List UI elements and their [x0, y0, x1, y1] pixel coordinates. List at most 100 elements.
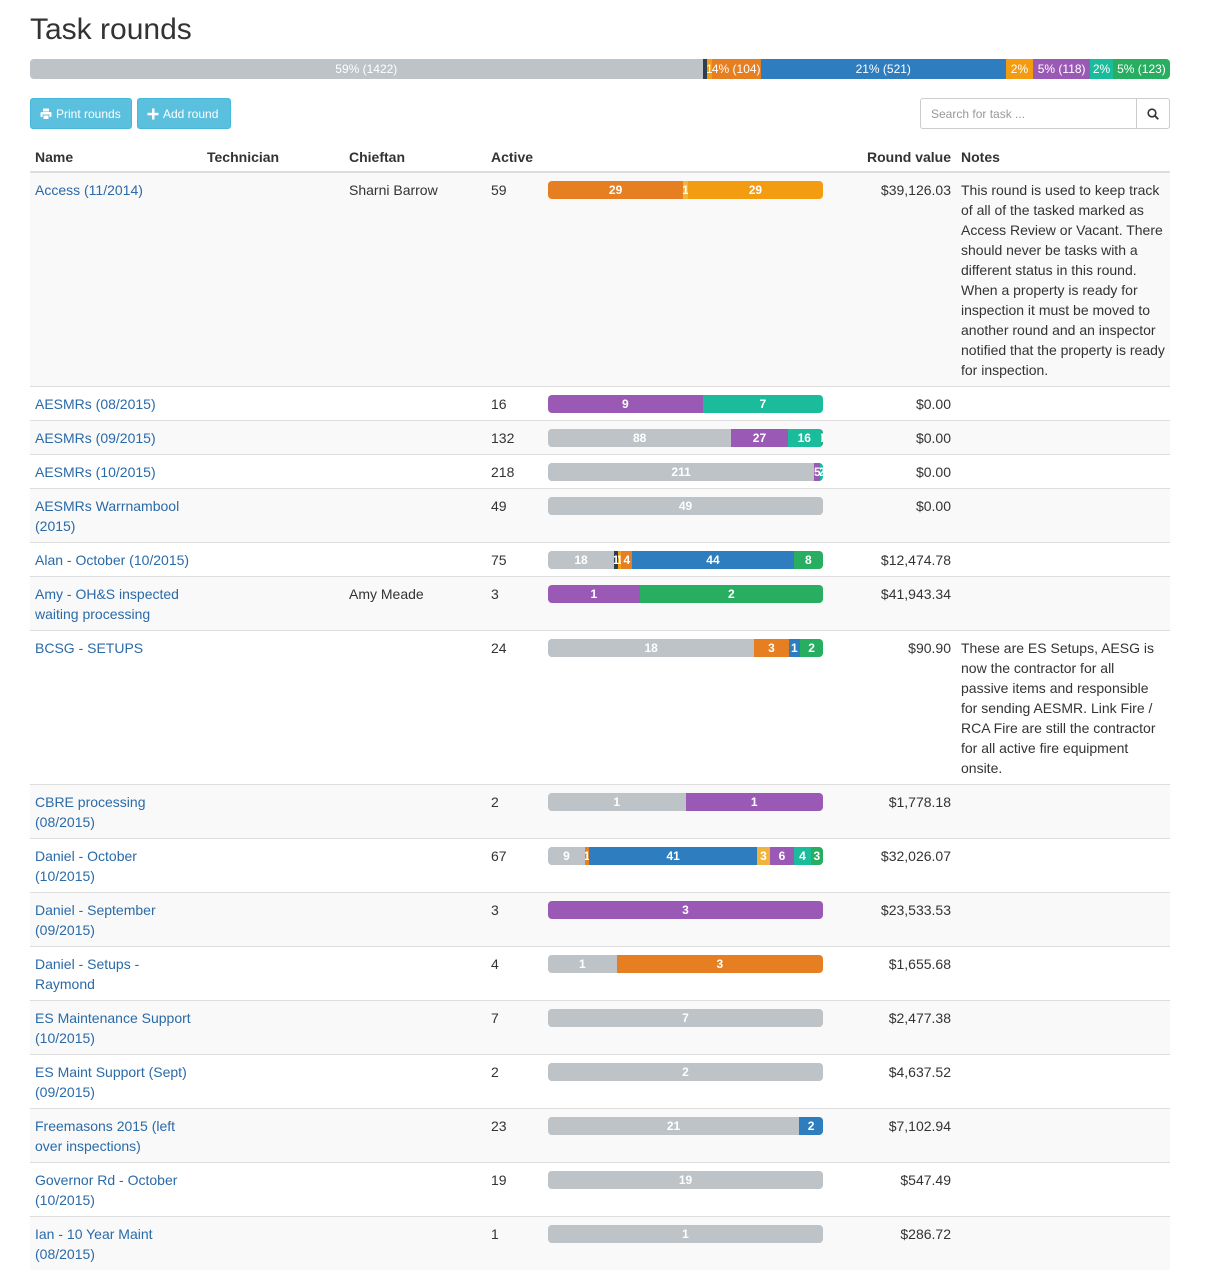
- progress-cell: 7: [543, 1001, 828, 1055]
- round-value-cell: $41,943.34: [828, 577, 956, 631]
- search-button[interactable]: [1136, 98, 1170, 129]
- table-header-row: Name Technician Chieftan Active Round va…: [30, 142, 1170, 172]
- round-name-link[interactable]: Freemasons 2015 (left over inspections): [35, 1118, 175, 1154]
- notes-cell: [956, 543, 1170, 577]
- progress-segment: 29: [548, 181, 683, 199]
- table-row: Ian - 10 Year Maint (08/2015)11$286.72: [30, 1217, 1170, 1270]
- round-progress-bar: 8827161: [548, 429, 823, 447]
- notes-cell: [956, 947, 1170, 1001]
- round-progress-bar: 18312: [548, 639, 823, 657]
- round-name-link[interactable]: AESMRs Warrnambool (2015): [35, 498, 179, 534]
- round-name-cell: AESMRs Warrnambool (2015): [30, 489, 202, 543]
- notes-cell: [956, 577, 1170, 631]
- table-row: ES Maint Support (Sept) (09/2015)22$4,63…: [30, 1055, 1170, 1109]
- progress-segment: 3: [548, 901, 823, 919]
- round-value-cell: $286.72: [828, 1217, 956, 1270]
- round-name-link[interactable]: Governor Rd - October (10/2015): [35, 1172, 177, 1208]
- progress-segment: 16: [788, 429, 821, 447]
- technician-cell: [202, 631, 344, 785]
- round-progress-bar: 2: [548, 1063, 823, 1081]
- round-name-cell: Freemasons 2015 (left over inspections): [30, 1109, 202, 1163]
- round-name-link[interactable]: Ian - 10 Year Maint (08/2015): [35, 1226, 153, 1262]
- notes-cell: [956, 489, 1170, 543]
- progress-segment: 49: [548, 497, 823, 515]
- technician-cell: [202, 1001, 344, 1055]
- add-round-button[interactable]: Add round: [137, 98, 231, 129]
- round-name-link[interactable]: Daniel - October (10/2015): [35, 848, 137, 884]
- chieftan-cell: Amy Meade: [344, 577, 486, 631]
- round-value-cell: $7,102.94: [828, 1109, 956, 1163]
- progress-segment: 1: [789, 639, 800, 657]
- active-count-cell: 3: [486, 893, 543, 947]
- progress-segment: 3: [757, 847, 769, 865]
- round-name-link[interactable]: ES Maint Support (Sept) (09/2015): [35, 1064, 187, 1100]
- column-header-chieftan[interactable]: Chieftan: [344, 142, 486, 172]
- add-round-label: Add round: [163, 107, 218, 121]
- round-name-link[interactable]: Daniel - September (09/2015): [35, 902, 156, 938]
- chieftan-cell: [344, 947, 486, 1001]
- notes-cell: This round is used to keep track of all …: [956, 172, 1170, 387]
- round-progress-bar: 19: [548, 1171, 823, 1189]
- column-header-name[interactable]: Name: [30, 142, 202, 172]
- chieftan-cell: [344, 489, 486, 543]
- progress-cell: 212: [543, 1109, 828, 1163]
- progress-segment: 6: [770, 847, 795, 865]
- notes-cell: [956, 1001, 1170, 1055]
- column-header-technician[interactable]: Technician: [202, 142, 344, 172]
- round-name-link[interactable]: Access (11/2014): [35, 182, 143, 198]
- page-title: Task rounds: [30, 13, 192, 47]
- round-progress-bar: 49: [548, 497, 823, 515]
- round-value-cell: $32,026.07: [828, 839, 956, 893]
- round-value-cell: $0.00: [828, 387, 956, 421]
- active-count-cell: 24: [486, 631, 543, 785]
- round-progress-bar: 21152: [548, 463, 823, 481]
- chieftan-cell: [344, 1109, 486, 1163]
- round-name-cell: AESMRs (08/2015): [30, 387, 202, 421]
- round-name-cell: Governor Rd - October (10/2015): [30, 1163, 202, 1217]
- progress-cell: 19: [543, 1163, 828, 1217]
- round-value-cell: $1,655.68: [828, 947, 956, 1001]
- active-count-cell: 218: [486, 455, 543, 489]
- table-row: CBRE processing (08/2015)211$1,778.18: [30, 785, 1170, 839]
- chieftan-cell: [344, 1055, 486, 1109]
- progress-segment: 3: [617, 955, 823, 973]
- column-header-active[interactable]: Active: [486, 142, 543, 172]
- round-name-link[interactable]: BCSG - SETUPS: [35, 640, 143, 656]
- search-group: [920, 98, 1170, 129]
- search-input[interactable]: [920, 98, 1136, 129]
- progress-segment: 18: [548, 551, 614, 569]
- round-name-link[interactable]: Alan - October (10/2015): [35, 552, 189, 568]
- round-name-link[interactable]: AESMRs (08/2015): [35, 396, 156, 412]
- chieftan-cell: [344, 631, 486, 785]
- print-rounds-button[interactable]: Print rounds: [30, 98, 132, 129]
- printer-icon: [40, 108, 52, 120]
- round-name-link[interactable]: AESMRs (09/2015): [35, 430, 156, 446]
- round-name-link[interactable]: AESMRs (10/2015): [35, 464, 156, 480]
- round-name-link[interactable]: ES Maintenance Support (10/2015): [35, 1010, 191, 1046]
- chieftan-cell: [344, 839, 486, 893]
- round-name-link[interactable]: Daniel - Setups - Raymond: [35, 956, 139, 992]
- round-name-link[interactable]: CBRE processing (08/2015): [35, 794, 146, 830]
- summary-segment: 2%: [1006, 59, 1033, 79]
- round-value-cell: $23,533.53: [828, 893, 956, 947]
- active-count-cell: 1: [486, 1217, 543, 1270]
- technician-cell: [202, 893, 344, 947]
- round-name-cell: Alan - October (10/2015): [30, 543, 202, 577]
- notes-cell: [956, 387, 1170, 421]
- round-name-link[interactable]: Amy - OH&S inspected waiting processing: [35, 586, 179, 622]
- progress-cell: 29129: [543, 172, 828, 387]
- round-name-cell: Daniel - September (09/2015): [30, 893, 202, 947]
- round-value-cell: $547.49: [828, 1163, 956, 1217]
- technician-cell: [202, 947, 344, 1001]
- progress-segment: 88: [548, 429, 731, 447]
- table-row: Access (11/2014)Sharni Barrow5929129$39,…: [30, 172, 1170, 387]
- progress-segment: 29: [688, 181, 823, 199]
- round-value-cell: $4,637.52: [828, 1055, 956, 1109]
- round-value-cell: $0.00: [828, 489, 956, 543]
- active-count-cell: 3: [486, 577, 543, 631]
- progress-segment: 1: [548, 955, 617, 973]
- column-header-round-value[interactable]: Round value: [828, 142, 956, 172]
- technician-cell: [202, 1163, 344, 1217]
- round-progress-bar: 29129: [548, 181, 823, 199]
- technician-cell: [202, 1109, 344, 1163]
